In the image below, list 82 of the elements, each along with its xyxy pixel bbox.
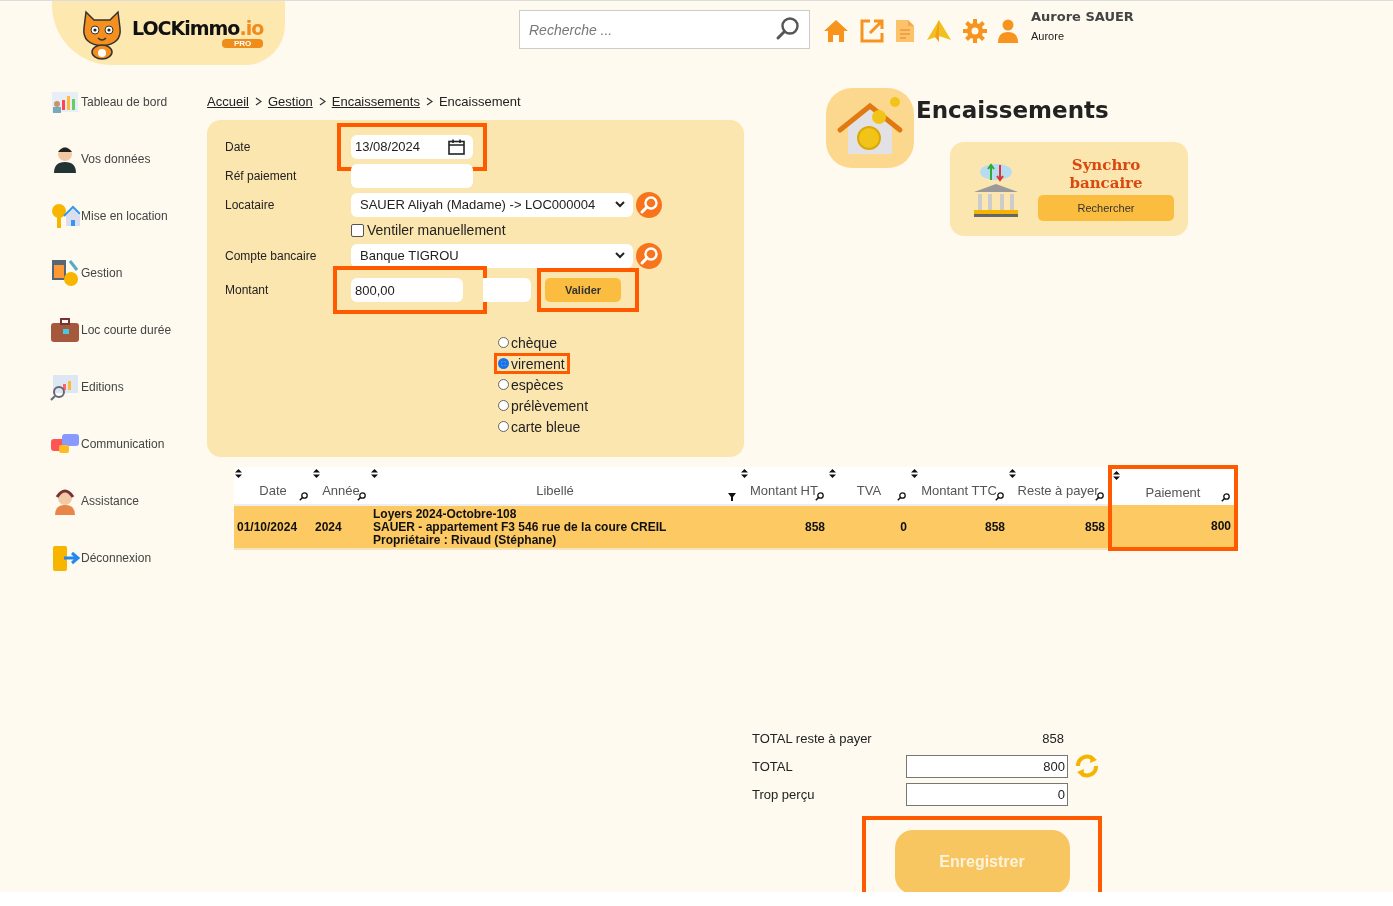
breadcrumb-link[interactable]: Encaissements <box>331 93 420 109</box>
total-label: TOTAL reste à payer <box>752 730 873 746</box>
field-label: Locataire <box>225 197 276 212</box>
sidebar-item[interactable]: Déconnexion <box>50 543 207 573</box>
column-header[interactable]: Paiement <box>1110 467 1236 505</box>
overpaid-field[interactable]: 0 <box>906 782 1068 806</box>
field-label: Réf paiement <box>225 168 298 183</box>
table-cell: Loyers 2024-Octobre-108 SAUER - appartement F3 546 rue de la coure CREIL Propriétaire : Rivaud (Stéphane) <box>370 505 740 549</box>
table-cell: 858 <box>910 505 1008 549</box>
sort-icon[interactable] <box>235 469 242 478</box>
breadcrumb-link[interactable]: Accueil <box>207 93 249 109</box>
monitor-icon <box>50 373 80 401</box>
user-login: Aurore <box>1031 30 1066 42</box>
sidebar-item[interactable]: Vos données <box>50 144 207 174</box>
key-icon <box>50 202 80 230</box>
sidebar-item[interactable]: Gestion <box>50 258 207 288</box>
payment-method-radio[interactable]: carte bleue <box>498 419 581 434</box>
field-label: Montant <box>225 283 270 297</box>
logo-wordmark: LOCKimmo.io <box>132 18 264 38</box>
chevron-down-icon <box>615 252 625 259</box>
breadcrumb-link[interactable]: Gestion <box>267 93 313 109</box>
total-field[interactable]: 800 <box>906 754 1068 778</box>
user-name: Aurore SAUER <box>1031 9 1134 24</box>
chevron-icon <box>318 96 326 106</box>
payment-method-radio[interactable]: virement <box>498 356 565 371</box>
reference-field[interactable] <box>351 163 473 188</box>
sidebar-item[interactable]: Tableau de bord <box>50 87 207 117</box>
tenant-select[interactable]: SAUER Aliyah (Madame) -> LOC000004 <box>351 192 633 217</box>
column-header[interactable]: TVA <box>828 467 910 505</box>
search-button[interactable]: Rechercher <box>1038 194 1174 221</box>
column-header[interactable]: Montant TTC <box>910 467 1008 505</box>
total-label: Trop perçu <box>752 786 816 802</box>
total-label: TOTAL <box>752 758 794 774</box>
house-coins-icon <box>826 88 914 168</box>
column-header[interactable]: Libellé <box>370 467 740 505</box>
search-icon[interactable] <box>775 16 801 42</box>
search-field[interactable]: Recherche ... <box>519 10 810 49</box>
exit-icon <box>50 544 80 572</box>
field-label: Compte bancaire <box>225 248 318 263</box>
search-icon[interactable] <box>995 492 1004 501</box>
column-header[interactable]: Date <box>234 467 312 505</box>
input-field[interactable] <box>483 278 531 302</box>
payment-method-radio[interactable]: chèque <box>498 335 557 350</box>
column-header[interactable]: Montant HT <box>740 467 828 505</box>
calendar-icon[interactable] <box>448 138 465 155</box>
field-label: Date <box>225 139 252 154</box>
search-icon[interactable] <box>1221 493 1230 502</box>
table-cell: 01/10/2024 <box>234 505 312 549</box>
column-header[interactable]: Reste à payer <box>1008 467 1110 505</box>
manual-split-checkbox[interactable]: Ventiler manuellement <box>351 219 744 241</box>
bank-account-select[interactable]: Banque TIGROU <box>351 243 633 268</box>
date-field[interactable]: 13/08/2024 <box>351 134 473 159</box>
table-cell: 858 <box>740 505 828 549</box>
chevron-icon <box>425 96 433 106</box>
breadcrumb-current: Encaissement <box>438 93 521 109</box>
table-cell: 858 <box>1008 505 1110 549</box>
sidebar-item[interactable]: Mise en location <box>50 201 207 231</box>
validate-button[interactable]: Valider <box>545 278 622 302</box>
payment-method-radio[interactable]: prélèvement <box>498 398 589 413</box>
amount-field[interactable]: 800,00 <box>351 278 463 302</box>
table-cell: 2024 <box>312 505 370 549</box>
search-icon[interactable] <box>357 492 366 501</box>
search-icon[interactable] <box>299 492 308 501</box>
total-value: 858 <box>1041 730 1064 746</box>
filter-icon[interactable] <box>728 493 736 501</box>
sidebar-item[interactable]: Assistance <box>50 486 207 516</box>
sync-title: Synchro bancaire <box>1068 157 1144 192</box>
sidebar-item[interactable]: Communication <box>50 429 207 459</box>
sidebar-item[interactable]: Loc courte durée <box>50 315 207 345</box>
chevron-icon <box>254 96 262 106</box>
search-icon[interactable] <box>897 492 906 501</box>
sort-icon[interactable] <box>1113 471 1120 480</box>
suitcase-icon <box>50 316 80 344</box>
payment-method-radio[interactable]: espèces <box>498 377 564 392</box>
column-header[interactable]: Année <box>312 467 370 505</box>
chevron-down-icon <box>615 201 625 208</box>
table-cell: 800 <box>1110 505 1236 549</box>
pro-badge: PRO <box>221 38 264 48</box>
calculator-icon <box>50 259 80 287</box>
page-title: Encaissements <box>916 97 1109 123</box>
table-cell: 0 <box>828 505 910 549</box>
sidebar-item[interactable]: Editions <box>50 372 207 402</box>
